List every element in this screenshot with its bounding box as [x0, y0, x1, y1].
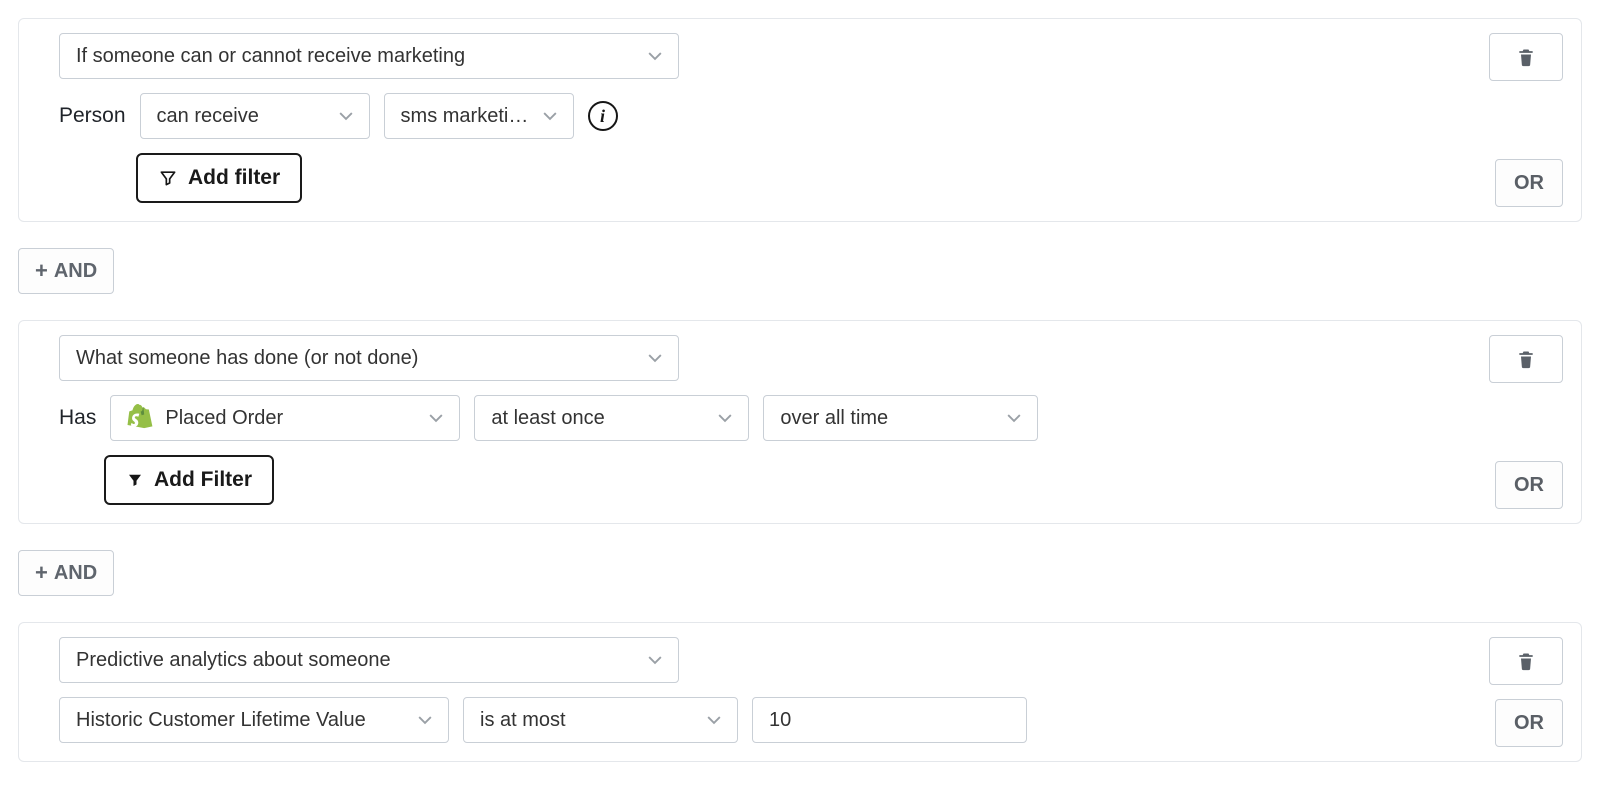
- or-button[interactable]: OR: [1495, 461, 1563, 509]
- rule-card-predictive-analytics: OR Predictive analytics about someone Hi…: [18, 622, 1582, 762]
- add-filter-label: Add filter: [188, 166, 280, 190]
- add-filter-button[interactable]: Add filter: [136, 153, 302, 203]
- metric-select[interactable]: Historic Customer Lifetime Value: [59, 697, 449, 743]
- delete-rule-button[interactable]: [1489, 637, 1563, 685]
- delete-rule-button[interactable]: [1489, 335, 1563, 383]
- and-label: AND: [54, 260, 97, 283]
- plus-icon: +: [35, 260, 48, 282]
- frequency-select[interactable]: at least once: [474, 395, 749, 441]
- chevron-down-icon: [429, 413, 443, 423]
- timeframe-label: over all time: [780, 407, 888, 430]
- channel-select[interactable]: sms marketing: [384, 93, 574, 139]
- rule-type-select[interactable]: What someone has done (or not done): [59, 335, 679, 381]
- add-filter-label: Add Filter: [154, 468, 252, 492]
- value-input[interactable]: 10: [752, 697, 1027, 743]
- channel-label: sms marketing: [401, 105, 531, 128]
- info-icon[interactable]: i: [588, 101, 618, 131]
- chevron-down-icon: [648, 655, 662, 665]
- operator-select[interactable]: is at most: [463, 697, 738, 743]
- chevron-down-icon: [418, 715, 432, 725]
- chevron-down-icon: [718, 413, 732, 423]
- chevron-down-icon: [339, 111, 353, 121]
- chevron-down-icon: [648, 353, 662, 363]
- rule-card-what-someone-has-done: OR What someone has done (or not done) H…: [18, 320, 1582, 524]
- chevron-down-icon: [648, 51, 662, 61]
- rule-type-select[interactable]: If someone can or cannot receive marketi…: [59, 33, 679, 79]
- and-connector-button[interactable]: + AND: [18, 550, 114, 596]
- trash-icon: [1516, 650, 1536, 672]
- plus-icon: +: [35, 562, 48, 584]
- condition-select[interactable]: can receive: [140, 93, 370, 139]
- and-connector-button[interactable]: + AND: [18, 248, 114, 294]
- add-filter-button[interactable]: Add Filter: [104, 455, 274, 505]
- chevron-down-icon: [543, 111, 557, 121]
- event-select[interactable]: Placed Order: [110, 395, 460, 441]
- chevron-down-icon: [707, 715, 721, 725]
- or-button[interactable]: OR: [1495, 699, 1563, 747]
- value-text: 10: [769, 709, 791, 732]
- person-prefix-label: Person: [59, 104, 126, 128]
- trash-icon: [1516, 348, 1536, 370]
- metric-label: Historic Customer Lifetime Value: [76, 709, 366, 732]
- rule-type-label: If someone can or cannot receive marketi…: [76, 45, 465, 68]
- rule-type-label: What someone has done (or not done): [76, 347, 418, 370]
- filter-icon: [126, 471, 144, 489]
- filter-icon: [158, 168, 178, 188]
- delete-rule-button[interactable]: [1489, 33, 1563, 81]
- has-prefix-label: Has: [59, 406, 96, 430]
- chevron-down-icon: [1007, 413, 1021, 423]
- shopify-icon: [127, 404, 153, 432]
- rule-type-select[interactable]: Predictive analytics about someone: [59, 637, 679, 683]
- and-label: AND: [54, 562, 97, 585]
- frequency-label: at least once: [491, 407, 604, 430]
- rule-card-marketing-consent: OR If someone can or cannot receive mark…: [18, 18, 1582, 222]
- event-label: Placed Order: [165, 407, 283, 430]
- or-button[interactable]: OR: [1495, 159, 1563, 207]
- condition-label: can receive: [157, 105, 259, 128]
- timeframe-select[interactable]: over all time: [763, 395, 1038, 441]
- rule-type-label: Predictive analytics about someone: [76, 649, 391, 672]
- operator-label: is at most: [480, 709, 566, 732]
- trash-icon: [1516, 46, 1536, 68]
